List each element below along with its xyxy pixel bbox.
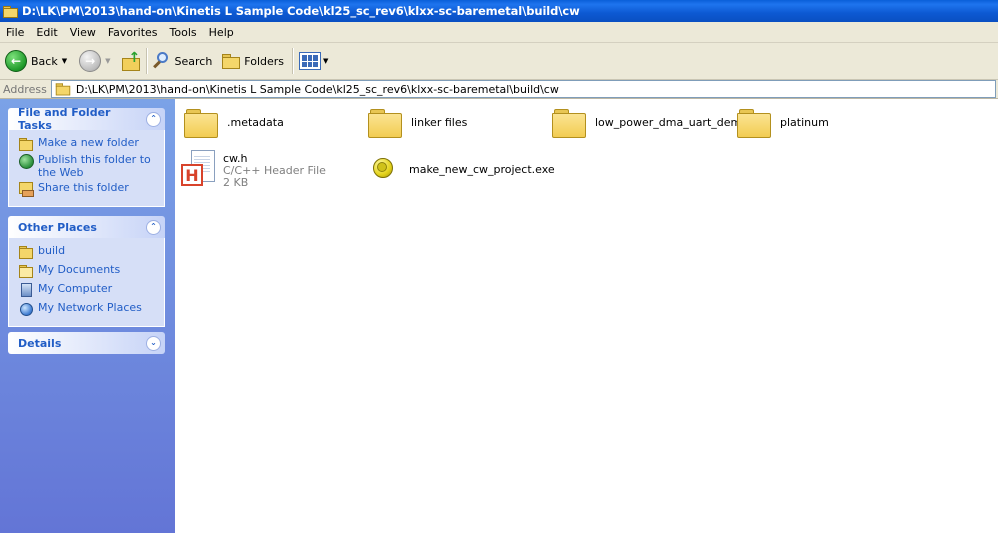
task-label: Publish this folder to the Web [38, 153, 151, 179]
share-folder-icon [19, 182, 34, 197]
file-info: cw.h C/C++ Header File 2 KB [223, 153, 326, 189]
panel-title: Other Places [18, 220, 97, 234]
header-file-icon: H [181, 150, 217, 188]
item-label: make_new_cw_project.exe [409, 162, 555, 176]
executable-icon [373, 158, 395, 180]
panel-body: build My Documents My Computer My Networ… [8, 238, 165, 327]
folder-item[interactable]: linker files [368, 107, 468, 138]
toolbar: ← Back ▼ → ▼ ↑ Search Folders ▼ [0, 43, 998, 80]
my-documents-icon [19, 264, 33, 278]
computer-icon [19, 283, 33, 297]
place-my-computer[interactable]: My Computer [19, 282, 158, 297]
forward-button[interactable]: → ▼ [79, 47, 111, 75]
address-bar: Address D:\LK\PM\2013\hand-on\Kinetis L … [0, 80, 998, 99]
panel-title: Details [18, 336, 62, 350]
menu-edit[interactable]: Edit [30, 26, 63, 39]
up-folder-button[interactable]: ↑ [121, 47, 141, 75]
menu-help[interactable]: Help [203, 26, 240, 39]
folder-icon [3, 5, 18, 18]
file-list[interactable]: .metadata linker files low_power_dma_uar… [175, 99, 998, 533]
folder-item[interactable]: low_power_dma_uart_demo [552, 107, 748, 138]
chevron-up-icon[interactable]: ⌃ [146, 219, 161, 235]
chevron-down-icon[interactable]: ⌄ [146, 335, 161, 351]
menu-file[interactable]: File [0, 26, 30, 39]
file-item[interactable]: make_new_cw_project.exe [367, 158, 555, 180]
menu-view[interactable]: View [64, 26, 102, 39]
window-title: D:\LK\PM\2013\hand-on\Kinetis L Sample C… [22, 4, 580, 18]
address-input[interactable]: D:\LK\PM\2013\hand-on\Kinetis L Sample C… [50, 80, 996, 98]
place-label: My Network Places [38, 301, 142, 314]
place-my-network-places[interactable]: My Network Places [19, 301, 158, 316]
up-folder-icon: ↑ [121, 51, 141, 71]
back-arrow-icon: ← [5, 50, 27, 72]
task-pane: File and Folder Tasks ⌃ Make a new folde… [0, 99, 175, 533]
task-share-folder[interactable]: Share this folder [19, 181, 158, 197]
views-dropdown-icon[interactable]: ▼ [323, 57, 328, 65]
file-folder-tasks-panel: File and Folder Tasks ⌃ Make a new folde… [8, 106, 165, 207]
toolbar-separator [292, 48, 295, 74]
file-item[interactable]: H cw.h C/C++ Header File 2 KB [181, 150, 326, 189]
network-icon [19, 302, 33, 316]
task-label: Share this folder [38, 181, 129, 194]
folder-item[interactable]: .metadata [184, 107, 284, 138]
address-label: Address [3, 82, 47, 96]
folder-icon [184, 107, 218, 138]
item-label: .metadata [227, 115, 284, 129]
item-label: linker files [411, 115, 468, 129]
search-icon [152, 52, 171, 70]
folder-icon [552, 107, 586, 138]
views-button[interactable]: ▼ [299, 47, 328, 75]
folder-icon [737, 107, 771, 138]
details-header[interactable]: Details ⌄ [8, 332, 165, 354]
forward-dropdown-icon[interactable]: ▼ [105, 57, 110, 65]
place-label: My Computer [38, 282, 113, 295]
menu-bar: File Edit View Favorites Tools Help [0, 22, 998, 43]
folder-item[interactable]: platinum [737, 107, 829, 138]
item-label: low_power_dma_uart_demo [595, 115, 748, 129]
folders-icon [222, 54, 241, 69]
folder-icon [368, 107, 402, 138]
back-label: Back [31, 54, 58, 68]
task-label: Make a new folder [38, 136, 139, 149]
place-label: build [38, 244, 66, 257]
menu-tools[interactable]: Tools [164, 26, 203, 39]
other-places-panel: Other Places ⌃ build My Documents My Com… [8, 216, 165, 327]
panel-body: Make a new folder Publish this folder to… [8, 130, 165, 207]
item-label: platinum [780, 115, 829, 129]
place-my-documents[interactable]: My Documents [19, 263, 158, 278]
title-bar[interactable]: D:\LK\PM\2013\hand-on\Kinetis L Sample C… [0, 0, 998, 22]
folders-button[interactable]: Folders [222, 47, 284, 75]
forward-arrow-icon: → [79, 50, 102, 72]
place-label: My Documents [38, 263, 121, 276]
globe-icon [19, 154, 34, 169]
back-button[interactable]: ← Back ▼ [5, 47, 67, 75]
chevron-up-icon[interactable]: ⌃ [146, 111, 161, 127]
place-build[interactable]: build [19, 244, 158, 259]
task-make-new-folder[interactable]: Make a new folder [19, 136, 158, 151]
address-value: D:\LK\PM\2013\hand-on\Kinetis L Sample C… [75, 82, 559, 96]
folder-icon [55, 83, 71, 96]
search-button[interactable]: Search [152, 47, 213, 75]
menu-favorites[interactable]: Favorites [102, 26, 164, 39]
views-icon [299, 52, 322, 70]
folders-label: Folders [244, 54, 285, 68]
panel-title: File and Folder Tasks [18, 106, 111, 132]
back-dropdown-icon[interactable]: ▼ [62, 57, 67, 65]
file-folder-tasks-header[interactable]: File and Folder Tasks ⌃ [8, 106, 165, 132]
toolbar-separator [145, 48, 148, 74]
search-label: Search [174, 54, 213, 68]
folder-icon [19, 245, 33, 259]
new-folder-icon [19, 137, 33, 151]
details-panel: Details ⌄ [8, 332, 165, 354]
file-size: 2 KB [223, 176, 249, 189]
task-publish-folder[interactable]: Publish this folder to the Web [19, 153, 158, 179]
other-places-header[interactable]: Other Places ⌃ [8, 216, 165, 238]
